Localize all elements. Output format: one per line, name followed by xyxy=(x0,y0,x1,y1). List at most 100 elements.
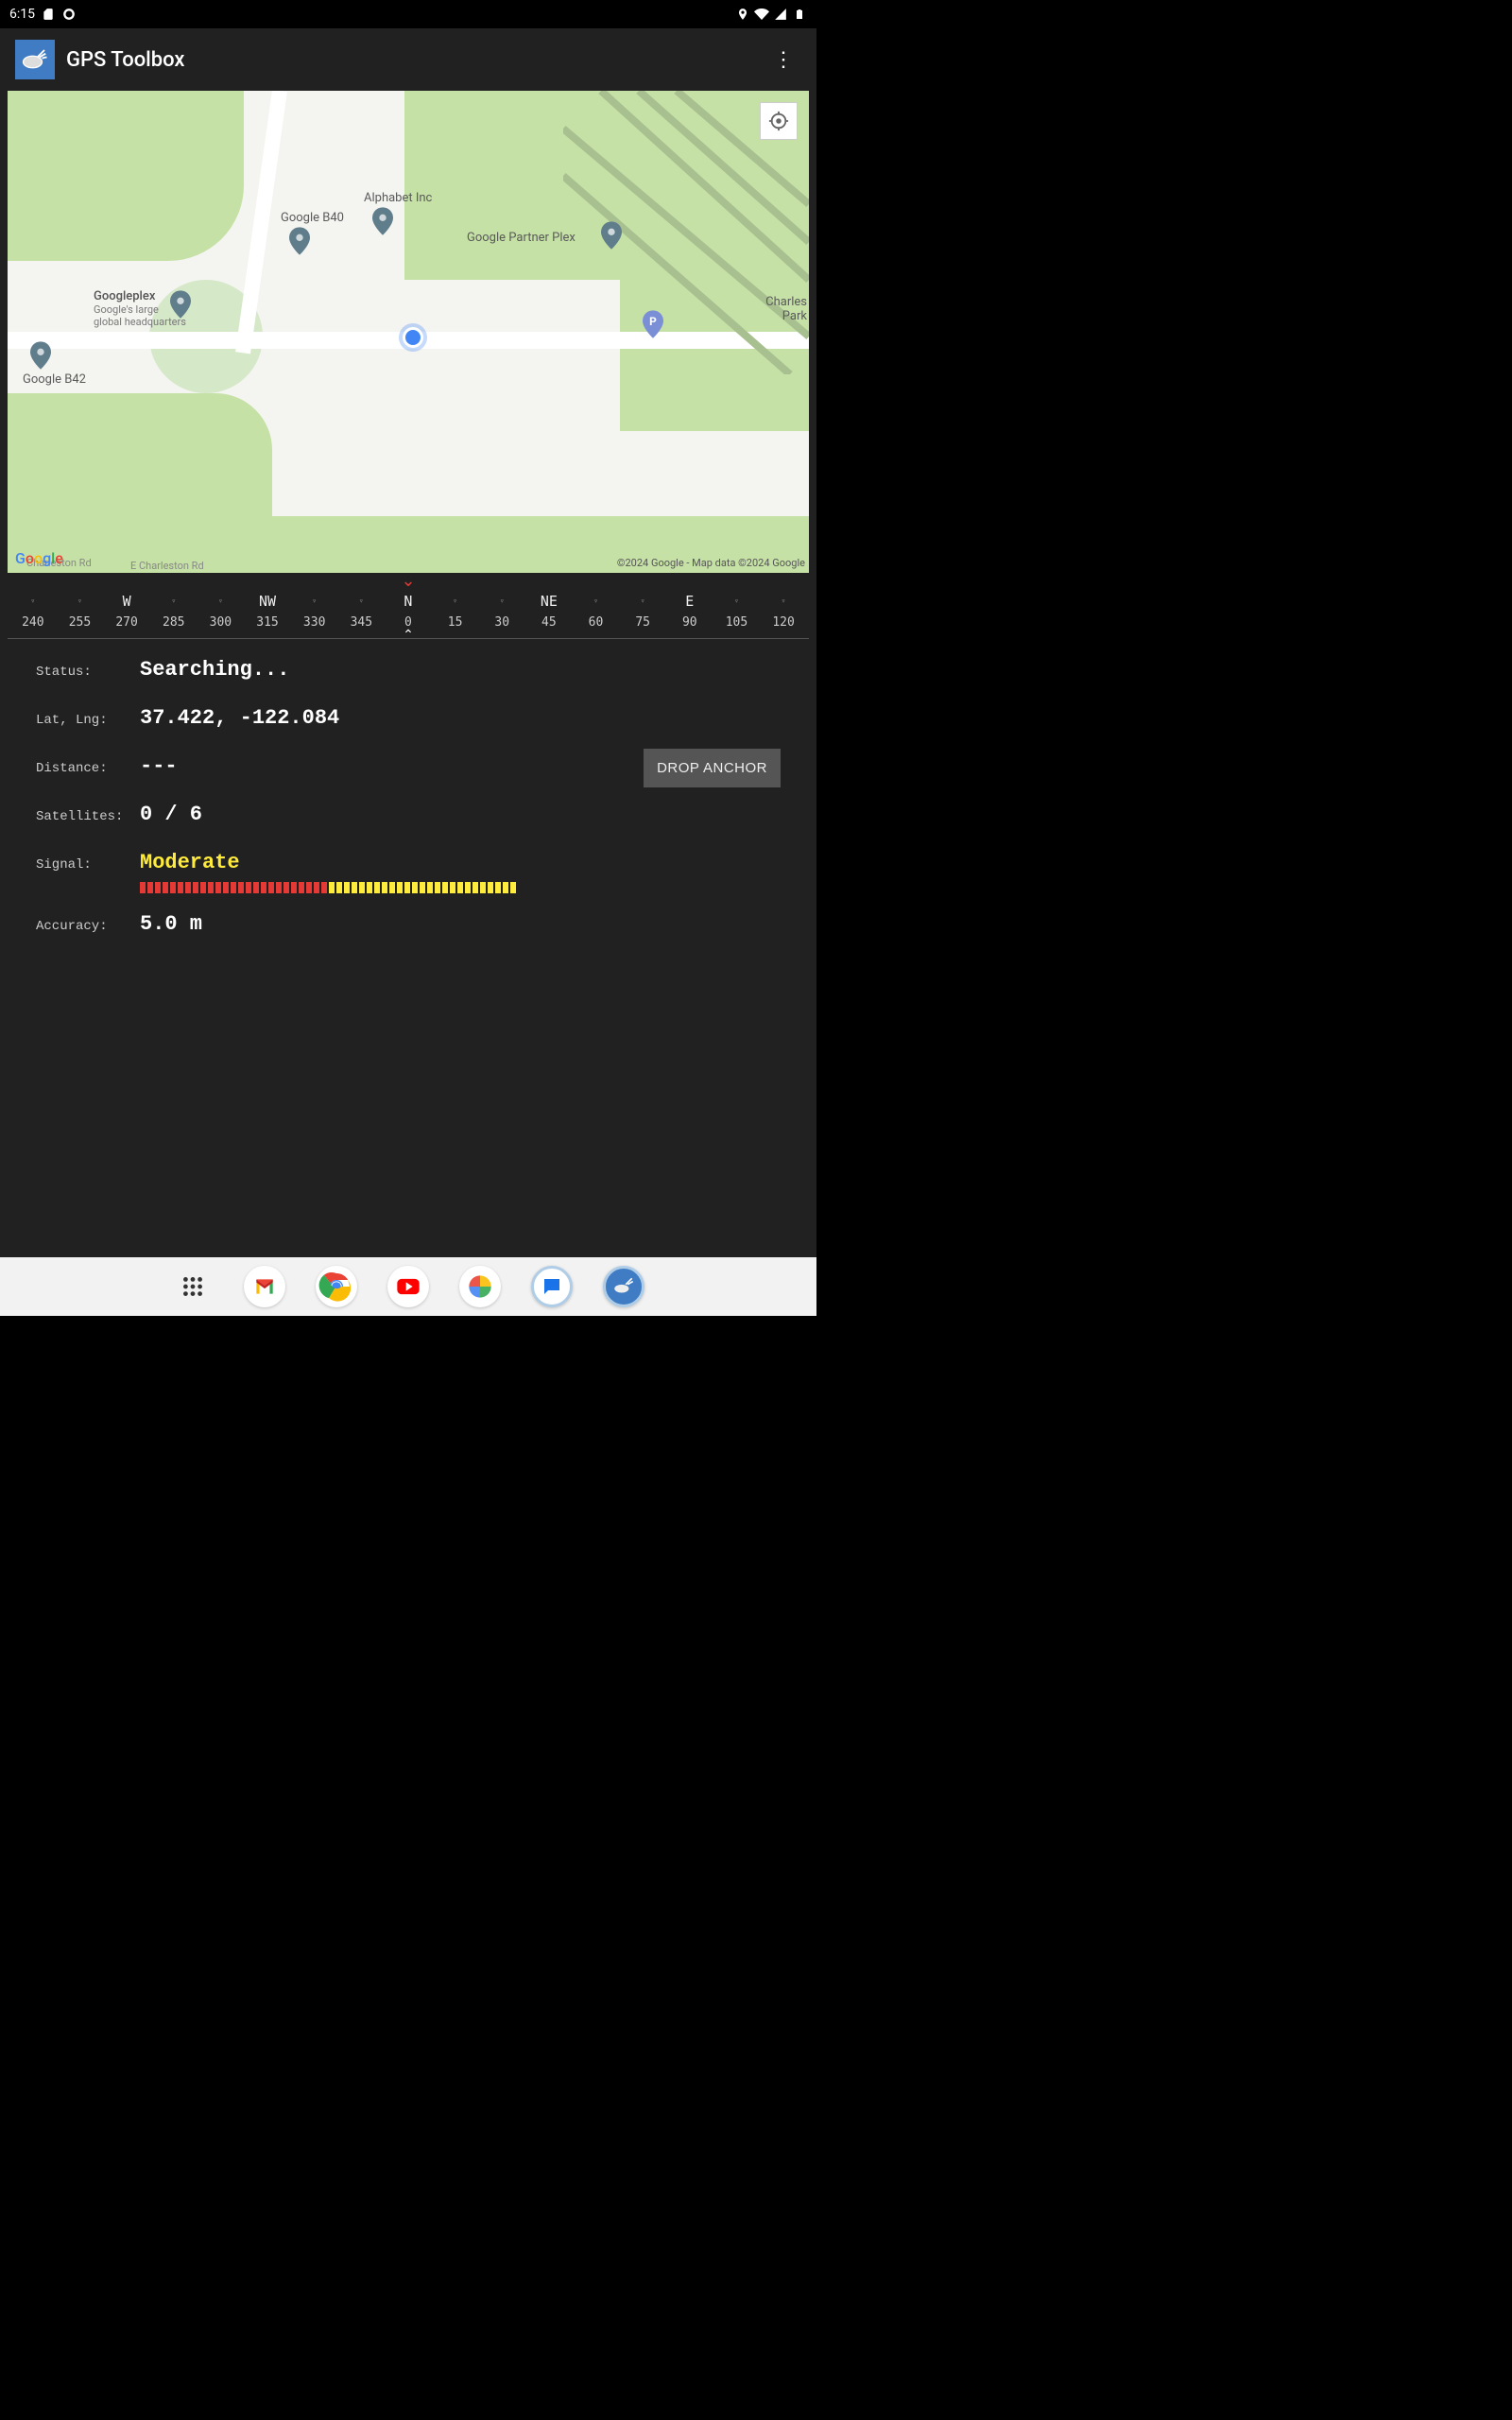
signal-label: Signal: xyxy=(36,857,140,873)
chrome-icon[interactable] xyxy=(316,1266,357,1307)
signal-segment xyxy=(306,882,312,893)
signal-segment xyxy=(450,882,455,893)
map-label-alphabet: Alphabet Inc xyxy=(364,191,432,205)
map-label-b42: Google B42 xyxy=(23,372,86,387)
messages-icon[interactable] xyxy=(531,1266,573,1307)
signal-segment xyxy=(208,882,214,893)
latlng-value: 37.422, -122.084 xyxy=(140,706,339,730)
map-road-label: E Charleston Rd xyxy=(130,560,204,572)
signal-segment xyxy=(231,882,236,893)
signal-segment xyxy=(465,882,471,893)
signal-segment xyxy=(261,882,266,893)
signal-segment xyxy=(374,882,380,893)
distance-label: Distance: xyxy=(36,761,140,776)
signal-strength-bar xyxy=(140,882,516,893)
location-icon xyxy=(735,7,750,22)
map-pin[interactable] xyxy=(170,290,191,319)
map-pin[interactable] xyxy=(601,221,622,250)
compass-direction: NE xyxy=(525,593,573,610)
signal-segment xyxy=(291,882,297,893)
compass-degree: 345 xyxy=(337,615,385,630)
photos-icon[interactable] xyxy=(459,1266,501,1307)
compass-direction: NW xyxy=(244,593,291,610)
signal-segment xyxy=(503,882,508,893)
compass-direction: ▿ xyxy=(198,593,245,610)
signal-segment xyxy=(268,882,274,893)
compass-degree: 330 xyxy=(291,615,338,630)
signal-value: Moderate xyxy=(140,851,240,874)
signal-segment xyxy=(299,882,304,893)
overflow-menu-button[interactable]: ⋮ xyxy=(765,41,801,79)
signal-segment xyxy=(457,882,463,893)
signal-segment xyxy=(163,882,168,893)
gmail-icon[interactable] xyxy=(244,1266,285,1307)
map-view[interactable]: Googleplex Google's large global headqua… xyxy=(8,91,809,573)
compass-direction: ▿ xyxy=(619,593,666,610)
parking-pin[interactable]: P xyxy=(643,310,663,338)
compass-direction: E xyxy=(666,593,713,610)
sd-card-icon xyxy=(41,7,56,22)
my-location-button[interactable] xyxy=(760,102,798,140)
signal-segment xyxy=(344,882,350,893)
compass-degree: 120 xyxy=(760,615,807,630)
map-pin[interactable] xyxy=(30,341,51,370)
youtube-icon[interactable] xyxy=(387,1266,429,1307)
compass-direction: ▿ xyxy=(432,593,479,610)
compass-direction: ▿ xyxy=(150,593,198,610)
compass-direction: ▿ xyxy=(760,593,807,610)
compass-heading-down-icon: ⌄ xyxy=(401,575,415,588)
compass-direction: ▿ xyxy=(573,593,620,610)
status-time: 6:15 xyxy=(9,7,35,22)
svg-text:P: P xyxy=(649,315,657,328)
signal-segment xyxy=(238,882,244,893)
map-pin[interactable] xyxy=(289,227,310,255)
app-icon xyxy=(15,40,55,79)
gps-toolbox-icon[interactable] xyxy=(603,1266,644,1307)
compass-direction: W xyxy=(103,593,150,610)
compass-direction: ▿ xyxy=(291,593,338,610)
google-logo: Google xyxy=(15,549,63,567)
app-drawer-icon[interactable] xyxy=(172,1266,214,1307)
drop-anchor-button[interactable]: DROP ANCHOR xyxy=(644,749,781,787)
accuracy-label: Accuracy: xyxy=(36,919,140,934)
status-label: Status: xyxy=(36,665,140,680)
signal-segment xyxy=(253,882,259,893)
android-status-bar: 6:15 xyxy=(0,0,816,28)
signal-segment xyxy=(420,882,425,893)
distance-value: --- xyxy=(140,754,178,778)
signal-segment xyxy=(193,882,198,893)
signal-segment xyxy=(472,882,478,893)
compass-degree: 240 xyxy=(9,615,57,630)
signal-segment xyxy=(389,882,395,893)
compass-degree: 300 xyxy=(198,615,245,630)
compass-degree: 60 xyxy=(573,615,620,630)
compass-heading-up-icon: ⌃ xyxy=(403,631,414,640)
signal-segment xyxy=(215,882,221,893)
compass-degree: 90 xyxy=(666,615,713,630)
app-title: GPS Toolbox xyxy=(66,48,184,72)
map-label-partner: Google Partner Plex xyxy=(467,231,576,245)
signal-segment xyxy=(246,882,251,893)
compass-degree: 45 xyxy=(525,615,573,630)
signal-segment xyxy=(412,882,418,893)
compass-direction: ▿ xyxy=(57,593,104,610)
signal-segment xyxy=(359,882,365,893)
signal-segment xyxy=(185,882,191,893)
compass-degree: 15 xyxy=(432,615,479,630)
compass-strip[interactable]: ⌄ ▿▿W▿▿NW▿▿N▿▿NE▿▿E▿▿ 240255270285300315… xyxy=(8,573,809,639)
map-pin[interactable] xyxy=(372,207,393,235)
signal-segment xyxy=(200,882,206,893)
compass-degree: 105 xyxy=(713,615,761,630)
signal-segment xyxy=(276,882,282,893)
map-label-b40: Google B40 xyxy=(281,211,344,225)
signal-segment xyxy=(435,882,440,893)
signal-segment xyxy=(314,882,319,893)
map-copyright: ©2024 Google - Map data ©2024 Google xyxy=(617,557,805,569)
compass-direction: ▿ xyxy=(9,593,57,610)
signal-segment xyxy=(404,882,410,893)
compass-degree: 315 xyxy=(244,615,291,630)
accuracy-value: 5.0 m xyxy=(140,912,202,936)
signal-segment xyxy=(155,882,161,893)
signal-segment xyxy=(442,882,448,893)
android-nav-bar xyxy=(0,1257,816,1316)
